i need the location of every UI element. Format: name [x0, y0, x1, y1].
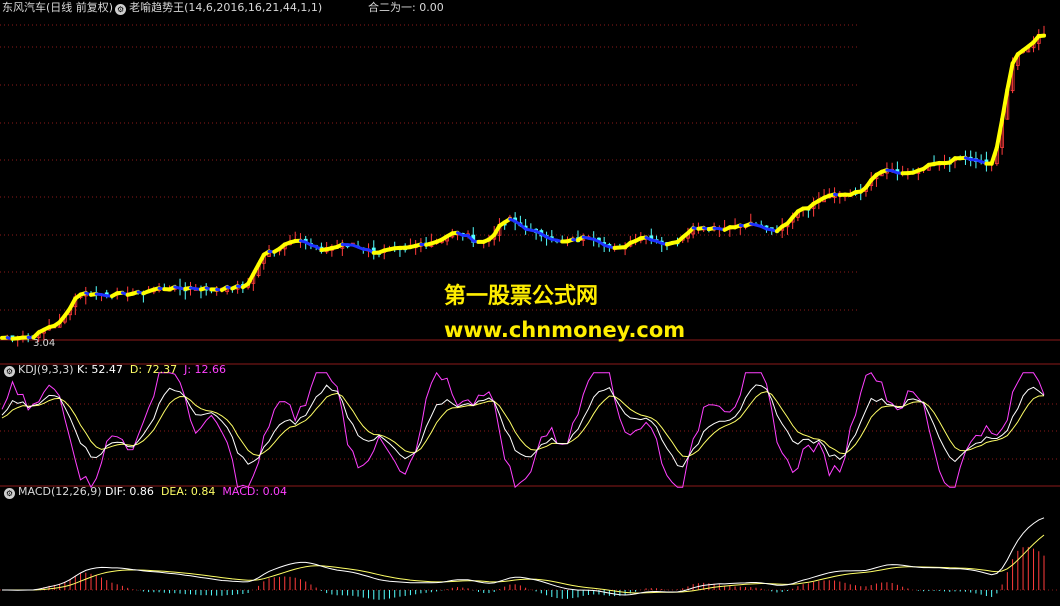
- gear-icon[interactable]: ⚙: [115, 4, 127, 15]
- macd-name: MACD(12,26,9): [18, 485, 102, 498]
- kdj-j-label: J: 12.66: [184, 363, 227, 376]
- watermark-url: www.chnmoney.com: [444, 318, 686, 342]
- gear-icon[interactable]: ⚙: [4, 488, 15, 499]
- trend-segment: [1005, 61, 1015, 92]
- watermark-title: 第一股票公式网: [444, 284, 599, 309]
- kdj-k-label: K: 52.47: [77, 363, 123, 376]
- indicator-title: 老喻趋势王(14,6,2016,16,21,44,1,1): [129, 1, 323, 14]
- trend-segment: [1000, 87, 1010, 122]
- kdj-header: ⚙ KDJ(9,3,3) K: 52.47 D: 72.37 J: 12.66: [2, 363, 226, 377]
- trend-segment: [989, 145, 999, 166]
- stock-title: 东风汽车(日线 前复权): [2, 1, 114, 14]
- macd-dea-label: DEA: 0.84: [160, 485, 216, 498]
- macd-value-label: MACD: 0.04: [222, 485, 288, 498]
- macd-dif-label: DIF: 0.86: [105, 485, 154, 498]
- macd-dea-line: [2, 534, 1045, 594]
- kdj-name: KDJ(9,3,3): [18, 363, 74, 376]
- macd-header: ⚙ MACD(12,26,9) DIF: 0.86 DEA: 0.84 MACD:…: [2, 485, 287, 499]
- trend-segment: [994, 117, 1005, 150]
- main-header: 东风汽车(日线 前复权) ⚙ 老喻趋势王(14,6,2016,16,21,44,1,…: [2, 1, 322, 15]
- combo-label: 合二为一: 0.00: [368, 1, 444, 14]
- kdj-k-line: [1, 384, 1045, 468]
- low-price-label: 3.04: [33, 338, 56, 349]
- kdj-d-label: D: 72.37: [129, 363, 178, 376]
- gear-icon[interactable]: ⚙: [4, 366, 15, 377]
- kdj-j-line: [1, 371, 1045, 489]
- macd-dif-line: [2, 517, 1045, 596]
